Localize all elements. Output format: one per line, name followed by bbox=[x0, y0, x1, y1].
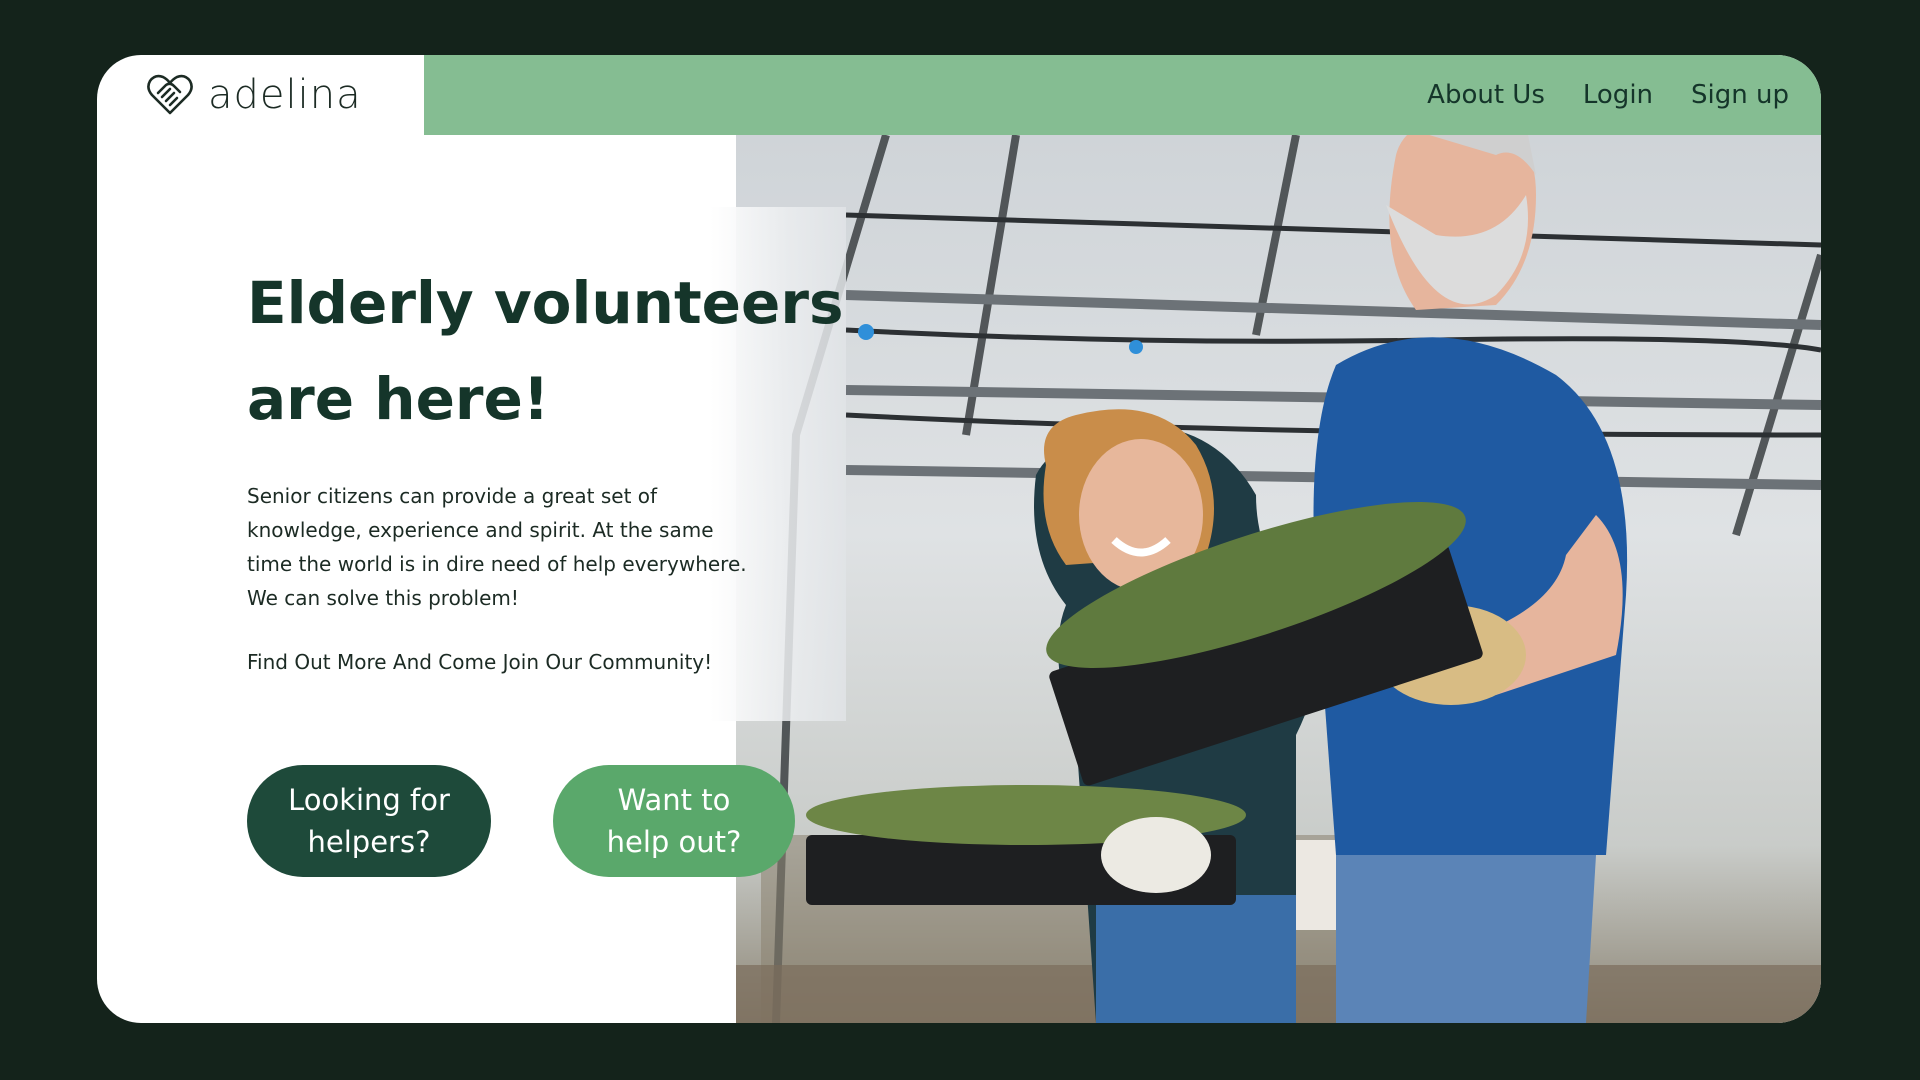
top-navigation: About Us Login Sign up bbox=[424, 55, 1821, 135]
hero-description-line: Senior citizens can provide a great set … bbox=[247, 484, 658, 508]
button-label-line-2: helpers? bbox=[307, 825, 431, 859]
nav-sign-up-link[interactable]: Sign up bbox=[1691, 80, 1789, 110]
button-label-line-2: help out? bbox=[606, 825, 742, 859]
nav-about-us-link[interactable]: About Us bbox=[1427, 80, 1545, 110]
button-label-line-1: Want to bbox=[617, 783, 731, 817]
brand-name: adelina bbox=[208, 72, 362, 118]
community-call-to-action: Find Out More And Come Join Our Communit… bbox=[247, 650, 713, 674]
button-label-line-1: Looking for bbox=[288, 783, 450, 817]
logo[interactable]: adelina bbox=[97, 55, 424, 135]
hero-title-line-2: are here! bbox=[247, 365, 550, 433]
hero-title-line-1: Elderly volunteers bbox=[247, 269, 844, 337]
hero-description-line: knowledge, experience and spirit. At the… bbox=[247, 518, 714, 542]
hero-title: Elderly volunteers are here! bbox=[247, 255, 887, 447]
heart-handshake-icon bbox=[146, 73, 194, 117]
want-to-help-out-button[interactable]: Want to help out? bbox=[553, 765, 795, 877]
hero-description-line: We can solve this problem! bbox=[247, 586, 519, 610]
landing-card: adelina About Us Login Sign up Elderly v… bbox=[97, 55, 1821, 1023]
hero-photo bbox=[736, 135, 1821, 1023]
nav-login-link[interactable]: Login bbox=[1583, 80, 1653, 110]
hero-description: Senior citizens can provide a great set … bbox=[247, 479, 807, 615]
hero-description-line: time the world is in dire need of help e… bbox=[247, 552, 747, 576]
looking-for-helpers-button[interactable]: Looking for helpers? bbox=[247, 765, 491, 877]
